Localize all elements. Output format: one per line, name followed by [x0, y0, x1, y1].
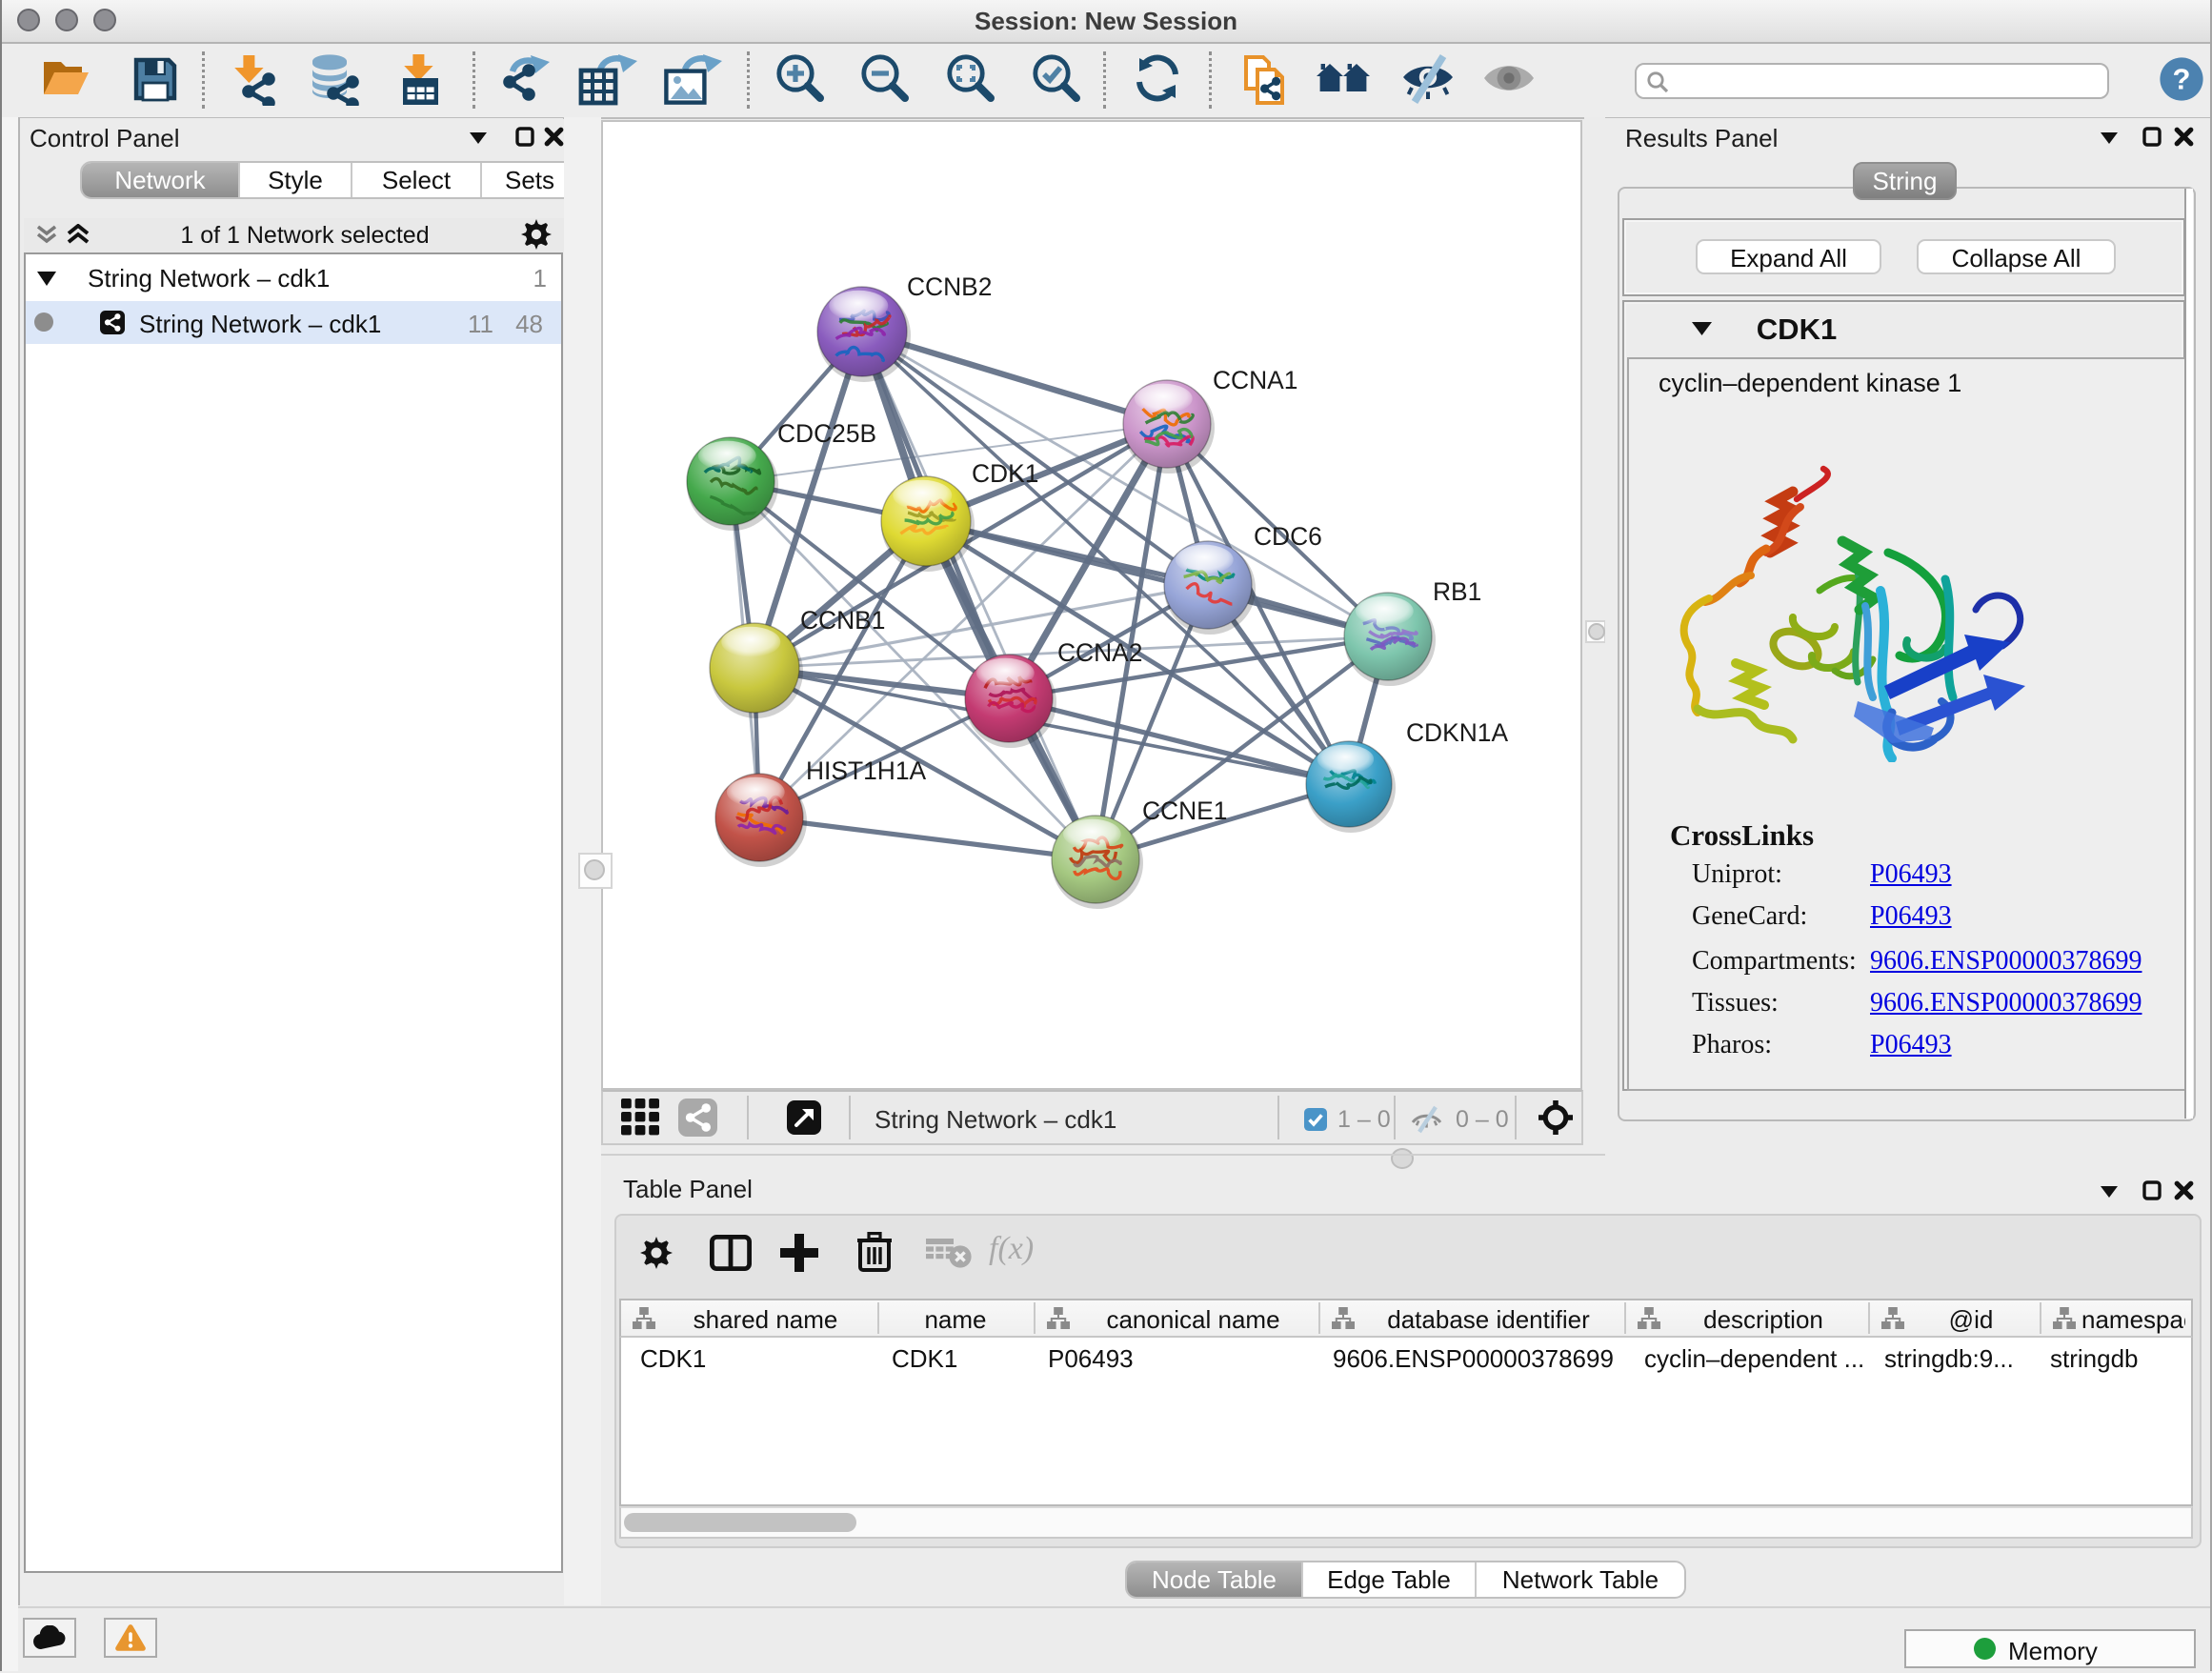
svg-text:CDK1: CDK1	[972, 459, 1038, 488]
svg-text:CCNA2: CCNA2	[1057, 638, 1142, 667]
svg-text:CDC25B: CDC25B	[777, 419, 876, 448]
svg-text:RB1: RB1	[1433, 577, 1481, 606]
svg-text:CDKN1A: CDKN1A	[1406, 718, 1508, 747]
svg-text:HIST1H1A: HIST1H1A	[806, 756, 927, 785]
svg-text:CDC6: CDC6	[1254, 522, 1322, 551]
svg-text:?: ?	[2173, 63, 2191, 96]
svg-text:CCNA1: CCNA1	[1213, 366, 1297, 394]
svg-text:CCNB1: CCNB1	[800, 606, 885, 635]
svg-text:CCNB2: CCNB2	[907, 272, 992, 301]
svg-text:CCNE1: CCNE1	[1142, 796, 1227, 825]
